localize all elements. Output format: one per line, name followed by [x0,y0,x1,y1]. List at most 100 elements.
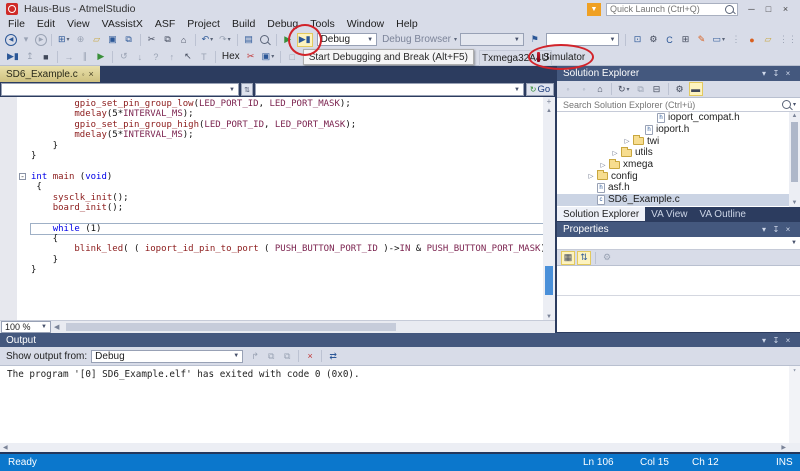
solution-configurations-icon[interactable]: ▤ [242,33,256,47]
quick-watch-icon[interactable]: ? [149,50,163,64]
disabled-tool-1-icon[interactable]: □ [285,50,299,64]
hex-toggle[interactable]: Hex [222,51,240,62]
run-to-cursor-icon[interactable]: ↖ [181,50,195,64]
close-icon[interactable]: × [782,336,794,345]
quick-launch-box[interactable] [606,2,738,16]
search-toolbar-combobox[interactable]: ▼ [545,33,620,46]
se-home-icon[interactable]: ⌂ [593,82,607,96]
break-all-icon[interactable]: ∥ [78,50,92,64]
close-icon[interactable]: × [782,69,794,78]
tab-va-view[interactable]: VA View [645,207,693,221]
collapse-all-icon[interactable]: ⊟ [650,82,664,96]
menu-build[interactable]: Build [226,18,261,31]
copy-icon[interactable]: ⧉ [161,33,175,47]
redo-icon[interactable]: ↷ ▾ [217,33,233,47]
continue-icon[interactable]: ▶ [94,50,108,64]
find-icon[interactable] [258,33,272,47]
tree-item-ioport-compat-h[interactable]: h ioport_compat.h [557,112,800,124]
tree-item-utils[interactable]: ▷ utils [557,146,800,159]
tree-scrollbar[interactable]: ▲ ▼ [789,112,800,207]
package-icon[interactable]: ⊞ [678,33,692,47]
properties-grid[interactable] [557,266,800,332]
pin-icon[interactable]: ↧ [770,69,782,78]
tree-item-xmega[interactable]: ▷ xmega [557,158,800,171]
save-all-icon[interactable]: ⧉ [122,33,136,47]
horizontal-scrollbar[interactable]: ◀ [51,321,555,333]
window-position-icon[interactable]: ▾ [758,336,770,345]
scroll-up-icon[interactable]: ▲ [543,108,555,114]
pan-icon[interactable]: + [543,97,555,108]
asf-wizard-icon[interactable]: ● [745,33,759,47]
properties-object-combobox[interactable]: ▼ [557,237,800,250]
expander-icon[interactable]: ▷ [621,137,633,145]
run-icon[interactable]: ▶ [281,33,295,47]
categorized-icon[interactable]: ▦ [561,250,575,265]
step-over-icon[interactable]: → [62,50,76,64]
close-icon[interactable]: × [782,225,794,234]
expander-icon[interactable]: ▷ [597,161,609,169]
nav-spinner-button[interactable]: ⇅ [241,83,253,96]
vertical-scrollbar[interactable]: + ▲ ▼ [543,97,555,320]
output-vertical-scrollbar[interactable]: ▾ [789,366,800,443]
open-file-icon[interactable]: ▱ [90,33,104,47]
next-message-icon[interactable]: ⧉ [280,349,294,363]
close-icon[interactable]: × [89,69,94,79]
navigate-backward-icon[interactable]: ◀ [5,33,17,46]
scroll-left-icon[interactable]: ◀ [3,444,8,451]
tree-item-asf-h[interactable]: h asf.h [557,182,800,194]
menu-edit[interactable]: Edit [31,18,61,31]
document-tab[interactable]: SD6_Example.c ◦ × [0,66,100,82]
output-title-bar[interactable]: Output ▾ ↧ × [0,333,800,347]
go-button[interactable]: ↻ Go [526,83,554,96]
save-icon[interactable]: ▣ [106,33,120,47]
property-pages-icon[interactable]: ⚙ [600,251,614,265]
toggle-tool-icon[interactable]: T [197,50,211,64]
output-horizontal-scrollbar[interactable]: ◀ ▶ [0,443,800,452]
menu-help[interactable]: Help [390,18,424,31]
zoom-combobox[interactable]: 100 % ▼ [1,321,51,333]
debug-browser-label[interactable]: Debug Browser [382,34,451,45]
menu-vassistx[interactable]: VAssistX [96,18,149,31]
output-text-area[interactable]: The program '[0] SD6_Example.elf' has ex… [0,366,800,443]
solution-explorer-title-bar[interactable]: Solution Explorer ▾ ↧ × [557,66,800,81]
expander-icon[interactable]: ▷ [609,149,621,157]
scope-combobox[interactable]: ▼ [1,83,239,96]
pin-icon[interactable]: ↧ [770,336,782,345]
add-new-item-icon[interactable]: ⊕ [74,33,88,47]
menu-tools[interactable]: Tools [304,18,341,31]
scroll-right-icon[interactable]: ▶ [781,444,786,451]
se-forward-icon[interactable]: ◦ [577,82,591,96]
tree-item-config[interactable]: ▷ config [557,170,800,182]
se-properties-icon[interactable]: ⚙ [673,82,687,96]
output-source-combobox[interactable]: Debug ▼ [91,349,244,363]
sync-with-active-document-icon[interactable]: ⧉ [634,82,648,96]
scroll-down-icon[interactable]: ▼ [789,200,800,206]
import-folder-icon[interactable]: ▱ [761,33,775,47]
undo-icon[interactable]: ↶ ▾ [200,33,216,47]
new-project-icon[interactable]: ⊞ ▾ [56,33,72,47]
scrollbar-thumb[interactable] [66,323,396,331]
pin-icon[interactable]: ◦ [82,70,85,79]
menu-view[interactable]: View [61,18,96,31]
minimize-button[interactable]: ─ [743,2,760,16]
cut-icon[interactable]: ✂ [145,33,159,47]
start-debug-break-icon[interactable]: ▶▮ [296,32,313,47]
switch-windows-icon[interactable]: ⊡ [630,33,644,47]
feedback-icon[interactable]: ▼ [587,2,601,16]
tools-wrench-icon[interactable]: ⚙ [646,33,660,47]
menu-file[interactable]: File [2,18,31,31]
paste-icon[interactable]: ⌂ [177,33,191,47]
breakpoint-margin[interactable] [0,97,17,320]
stop-debug-icon[interactable]: ■ [39,50,53,64]
quick-launch-input[interactable] [610,4,723,14]
goto-source-icon[interactable]: ↱ [248,349,262,363]
tree-item-ioport-h[interactable]: h ioport.h [557,124,800,136]
window-position-icon[interactable]: ▾ [758,225,770,234]
pin-icon[interactable]: ↧ [770,225,782,234]
code-editor[interactable]: gpio_set_pin_group_low (LED_PORT_ID, LED_… [0,97,555,320]
scroll-left-icon[interactable]: ◀ [54,323,59,331]
tree-item-sd6-example-c[interactable]: c SD6_Example.c [557,193,800,206]
maximize-button[interactable]: □ [760,2,777,16]
reset-icon[interactable]: ↺ [117,50,131,64]
expander-icon[interactable]: ▷ [585,172,597,180]
